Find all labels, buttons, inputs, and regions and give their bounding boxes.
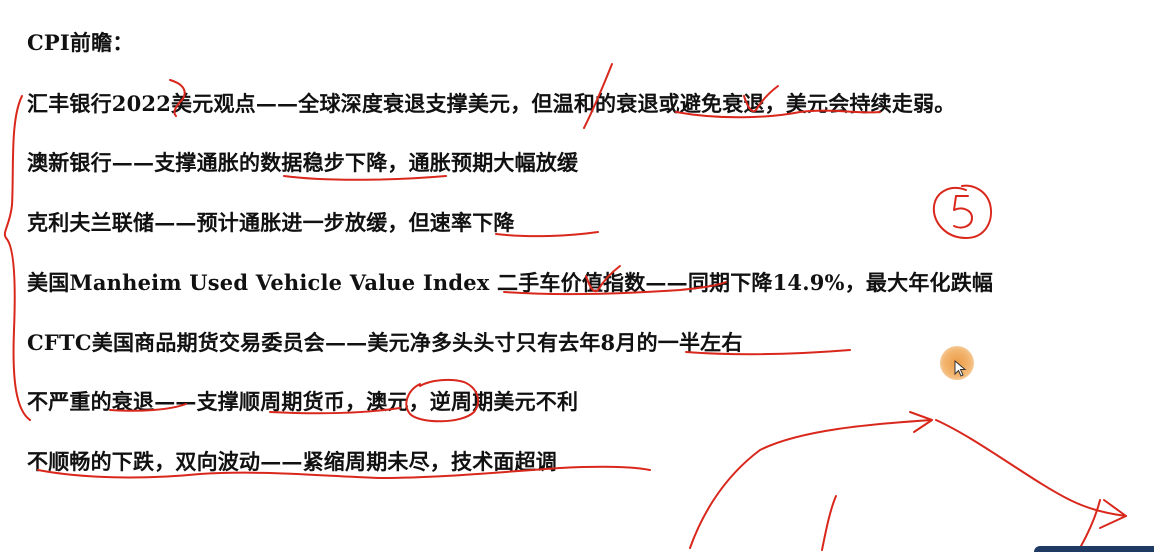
heading: CPI前瞻： xyxy=(27,30,134,55)
line-manheim: 美国Manheim Used Vehicle Value Index 二手车价值… xyxy=(27,270,994,295)
arrowhead-up xyxy=(909,411,933,433)
bracket-mark xyxy=(3,95,31,421)
circled-five xyxy=(932,184,992,239)
mouse-pointer-icon xyxy=(954,360,967,377)
slide: CPI前瞻： 汇丰银行2022美元观点——全球深度衰退支撑美元，但温和的衰退或避… xyxy=(0,0,1154,552)
line-cleveland-fed: 克利夫兰联储——预计通胀进一步放缓，但速率下降 xyxy=(27,210,515,235)
five-glyph xyxy=(953,195,973,229)
line-hsbc: 汇丰银行2022美元观点——全球深度衰退支撑美元，但温和的衰退或避免衰退，美元会… xyxy=(27,91,956,116)
line-recession: 不严重的衰退——支撑顺周期货币，澳元，逆周期美元不利 xyxy=(27,389,579,414)
rising-curve xyxy=(689,419,933,549)
stroke-right xyxy=(1079,499,1101,549)
arrowhead-down xyxy=(1099,499,1127,529)
falling-curve xyxy=(935,419,1127,517)
line-cftc: CFTC美国商品期货交易委员会——美元净多头头寸只有去年8月的一半左右 xyxy=(27,330,743,355)
line-anz: 澳新银行——支撑通胀的数据稳步下降，通胀预期大幅放缓 xyxy=(27,150,579,175)
line-downtrend: 不顺畅的下跌，双向波动——紧缩周期未尽，技术面超调 xyxy=(27,449,557,474)
cursor-highlight xyxy=(940,346,974,380)
corner-bar xyxy=(1034,546,1154,552)
stroke-bottom xyxy=(821,495,837,551)
